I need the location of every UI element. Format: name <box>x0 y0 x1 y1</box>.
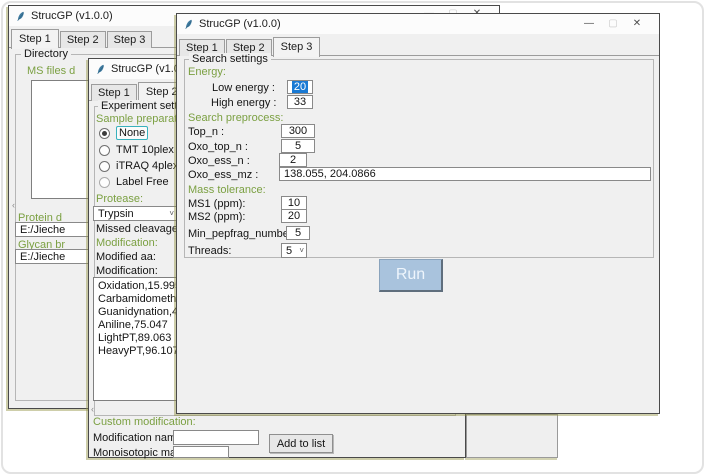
monoisotopic-mass-input[interactable] <box>173 446 229 458</box>
ms1-value: 10 <box>288 197 300 209</box>
min-pepfrag-value: 5 <box>295 227 301 239</box>
oxo-ess-n-label: Oxo_ess_n : <box>188 155 250 167</box>
chevron-down-icon: ˅ <box>299 245 304 254</box>
radio-itraq-label: iTRAQ 4plex <box>116 160 178 172</box>
threads-label: Threads: <box>188 245 231 257</box>
app-feather-icon <box>183 18 194 31</box>
scroll-left-icon[interactable]: ‹ <box>12 200 15 210</box>
radio-label-free[interactable]: Label Free <box>99 176 169 188</box>
app-feather-icon <box>15 10 26 23</box>
low-energy-input[interactable]: 20 <box>287 80 313 94</box>
top-n-label: Top_n : <box>188 126 224 138</box>
run-button[interactable]: Run <box>379 259 443 292</box>
energy-label: Energy: <box>188 66 226 78</box>
chevron-down-icon: ˅ <box>169 208 174 217</box>
search-settings-group-label: Search settings <box>189 53 271 65</box>
top-n-value: 300 <box>289 125 307 137</box>
selected-text: 20 <box>292 81 308 93</box>
scroll-left-icon[interactable]: ‹ <box>91 404 94 414</box>
add-to-list-label: Add to list <box>277 438 325 450</box>
oxo-ess-mz-input[interactable]: 138.055, 204.0866 <box>279 167 651 181</box>
titlebar[interactable]: StrucGP (v1.0.0) — ▢ ✕ <box>177 14 659 34</box>
low-energy-label: Low energy : <box>212 82 275 94</box>
min-pepfrag-label: Min_pepfrag_number: <box>188 228 296 240</box>
maximize-button[interactable]: ▢ <box>601 14 625 34</box>
run-button-label: Run <box>396 266 425 284</box>
window-step3: StrucGP (v1.0.0) — ▢ ✕ Step 1 Step 2 Ste… <box>176 13 660 414</box>
modified-aa-label: Modified aa: <box>96 251 156 263</box>
directory-group-label: Directory <box>21 48 71 60</box>
oxo-top-n-value: 5 <box>295 140 301 152</box>
custom-modification-label: Custom modification: <box>93 416 196 428</box>
ms2-input[interactable]: 20 <box>281 209 307 223</box>
background-window-strip <box>466 414 558 458</box>
high-energy-input[interactable]: 33 <box>287 95 313 109</box>
app-feather-icon <box>95 63 106 76</box>
oxo-ess-n-input[interactable]: 2 <box>279 153 307 167</box>
tab-step1[interactable]: Step 1 <box>11 29 59 49</box>
min-pepfrag-input[interactable]: 5 <box>286 226 310 240</box>
oxo-ess-mz-value: 138.055, 204.0866 <box>284 168 376 180</box>
top-n-input[interactable]: 300 <box>281 124 315 138</box>
threads-combobox[interactable]: 5 ˅ <box>281 243 307 258</box>
radio-tmt-10plex[interactable]: TMT 10plex <box>99 144 174 156</box>
protease-value: Trypsin <box>98 208 134 220</box>
tab-step3[interactable]: Step 3 <box>273 37 321 57</box>
modification-name-input[interactable] <box>173 430 259 445</box>
protein-db-value: E:/Jieche <box>20 224 65 236</box>
tab-step1[interactable]: Step 1 <box>91 84 137 101</box>
protease-label: Protease: <box>96 193 143 205</box>
missed-cleavages-label: Missed cleavages: <box>96 223 187 235</box>
window-title: StrucGP (v1.0.0) <box>31 10 113 22</box>
radio-none[interactable]: None <box>99 126 148 140</box>
radio-icon <box>99 145 110 156</box>
glycan-db-value: E:/Jieche <box>20 251 65 263</box>
radio-none-label: None <box>116 126 148 140</box>
window-title: StrucGP (v1.0.0) <box>199 18 281 30</box>
minimize-button[interactable]: — <box>577 14 601 34</box>
ms1-input[interactable]: 10 <box>281 196 307 210</box>
radio-selected-icon <box>99 128 110 139</box>
threads-value: 5 <box>286 245 292 257</box>
oxo-ess-n-value: 2 <box>290 154 296 166</box>
radio-itraq-4plex[interactable]: iTRAQ 4plex <box>99 160 178 172</box>
ms2-value: 20 <box>288 210 300 222</box>
close-button[interactable]: ✕ <box>625 14 649 34</box>
modification-list-label: Modification: <box>96 265 158 277</box>
add-to-list-button[interactable]: Add to list <box>269 434 333 453</box>
radio-icon <box>99 161 110 172</box>
radio-tmt-label: TMT 10plex <box>116 144 174 156</box>
modification-section-label: Modification: <box>96 237 158 249</box>
oxo-ess-mz-label: Oxo_ess_mz : <box>188 169 258 181</box>
oxo-top-n-label: Oxo_top_n : <box>188 141 248 153</box>
ms2-label: MS2 (ppm): <box>188 211 245 223</box>
tab-step3[interactable]: Step 3 <box>107 31 153 48</box>
oxo-top-n-input[interactable]: 5 <box>281 139 315 153</box>
screenshot-canvas: StrucGP (v1.0.0) — ▢ ✕ Step 1 Step 2 Ste… <box>0 0 705 475</box>
high-energy-label: High energy : <box>211 97 276 109</box>
mass-tolerance-label: Mass tolerance: <box>188 184 266 196</box>
modification-name-label: Modification name: <box>93 432 185 444</box>
ms1-label: MS1 (ppm): <box>188 198 245 210</box>
tab-step2[interactable]: Step 2 <box>60 31 106 48</box>
radio-label-free-label: Label Free <box>116 176 169 188</box>
high-energy-value: 33 <box>294 96 306 108</box>
preprocess-label: Search preprocess: <box>188 112 283 124</box>
radio-disabled-icon <box>99 177 110 188</box>
protease-combobox[interactable]: Trypsin ˅ <box>93 206 177 221</box>
ms-files-label: MS files d <box>27 65 75 77</box>
